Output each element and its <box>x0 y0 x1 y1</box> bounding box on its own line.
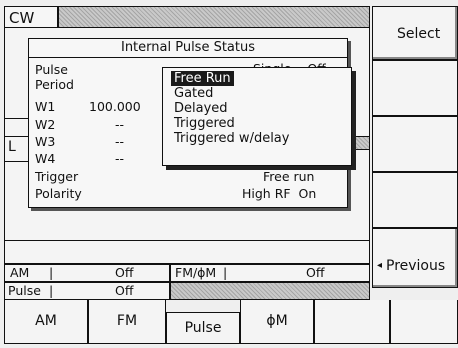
tab-pulse[interactable]: Pulse <box>166 312 240 344</box>
pulse-status-value: Off <box>115 283 134 298</box>
tab-am[interactable]: AM <box>4 300 88 344</box>
dialog-title: Internal Pulse Status <box>120 40 256 55</box>
status-filler <box>170 282 370 300</box>
tab-am-label: AM <box>35 313 57 329</box>
row-label-w3: W3 <box>35 134 56 149</box>
tab-fm[interactable]: FM <box>88 300 166 344</box>
am-status-value: Off <box>115 265 134 280</box>
am-status-separator: | <box>49 265 54 280</box>
select-softkey-label: Select <box>397 26 441 42</box>
fm-pm-status-separator: | <box>223 265 228 280</box>
am-status-label: AM <box>10 265 30 280</box>
tab-phase-mod-label: ϕM <box>266 313 288 329</box>
previous-softkey-label: Previous <box>386 258 446 274</box>
menu-item-triggered-w-delay[interactable]: Triggered w/delay <box>171 131 292 146</box>
trigger-label: Trigger <box>35 169 79 184</box>
tab-6[interactable] <box>390 300 458 344</box>
row-label-w4: W4 <box>35 151 56 166</box>
tab-5[interactable] <box>314 300 390 344</box>
softkey-2[interactable] <box>372 60 458 116</box>
row-value-w1: 100.000 <box>89 99 141 114</box>
pulse-status-label: Pulse <box>8 283 41 298</box>
tab-pulse-label: Pulse <box>184 320 222 336</box>
pulse-status-separator: | <box>49 283 54 298</box>
softkey-3[interactable] <box>372 116 458 172</box>
tab-phase-mod[interactable]: ϕM <box>240 300 314 344</box>
tab-fm-label: FM <box>116 313 138 329</box>
row-value-w3: -- <box>115 134 125 149</box>
row-label-period: Period <box>35 77 74 92</box>
row-value-w4: -- <box>115 151 125 166</box>
menu-item-gated[interactable]: Gated <box>171 86 216 101</box>
previous-arrow-icon: ◂ <box>377 260 383 271</box>
row-label-w2: W2 <box>35 117 56 132</box>
pulse-mode-menu[interactable]: Free Run Gated Delayed Triggered Trigger… <box>162 67 352 166</box>
trigger-value: Free run <box>263 169 315 184</box>
polarity-label: Polarity <box>35 186 82 201</box>
polarity-value: High RF On <box>242 186 317 201</box>
am-status: AM | Off <box>4 264 170 282</box>
menu-item-delayed[interactable]: Delayed <box>171 101 231 116</box>
row-label-w1: W1 <box>35 99 56 114</box>
previous-softkey[interactable]: ◂ Previous <box>372 228 458 288</box>
fm-pm-status-value: Off <box>306 265 325 280</box>
row-value-w2: -- <box>115 117 125 132</box>
title-bar-pattern <box>58 6 370 28</box>
select-softkey[interactable]: Select <box>372 6 458 60</box>
dialog-title-divider <box>29 57 347 58</box>
row-label-pulse: Pulse <box>35 62 68 77</box>
fm-pm-status: FM/ϕM | Off <box>170 264 370 282</box>
message-line <box>4 240 370 264</box>
underlying-panel-hatch <box>352 136 370 150</box>
menu-item-triggered[interactable]: Triggered <box>171 116 238 131</box>
softkey-4[interactable] <box>372 172 458 228</box>
underlying-panel-letter: L <box>8 139 16 155</box>
pulse-status: Pulse | Off <box>4 282 170 300</box>
fm-pm-status-label: FM/ϕM <box>175 265 217 280</box>
mode-title: CW <box>4 6 58 28</box>
menu-item-free-run[interactable]: Free Run <box>171 71 234 86</box>
